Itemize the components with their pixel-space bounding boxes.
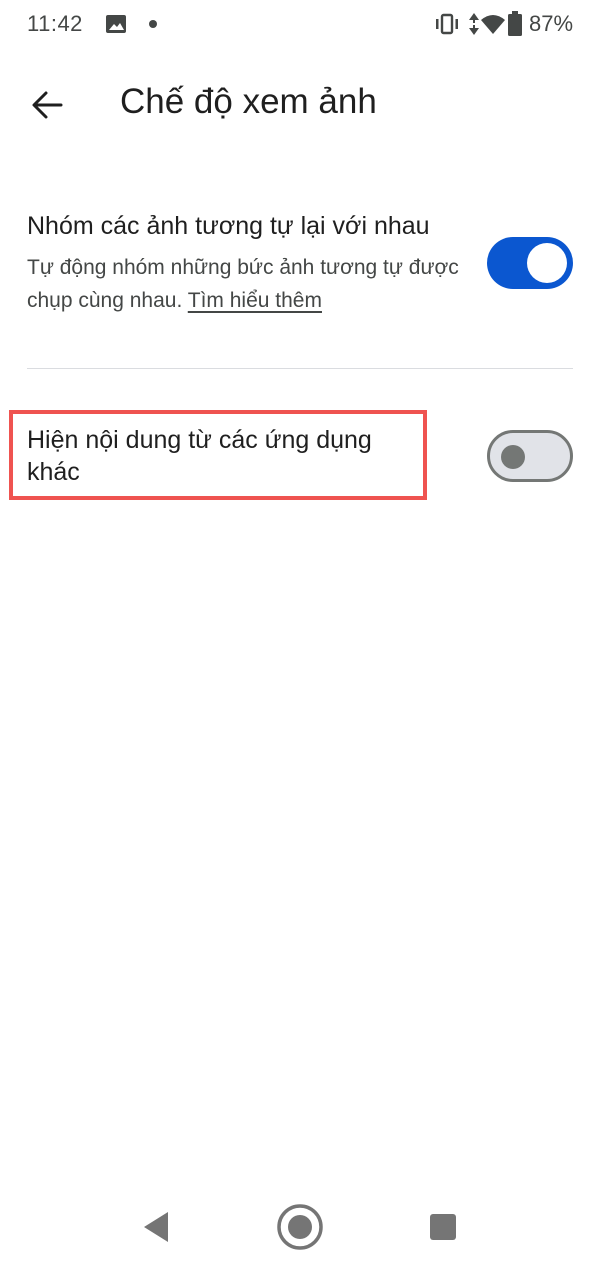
page-title: Chế độ xem ảnh <box>120 82 377 121</box>
nav-back-icon[interactable] <box>142 1210 170 1244</box>
notification-dot <box>149 20 157 28</box>
toggle-thumb <box>527 243 567 283</box>
show-other-apps-toggle[interactable] <box>487 430 573 482</box>
nav-recents-icon[interactable] <box>430 1214 456 1240</box>
status-bar: 11:42 87% <box>0 0 600 52</box>
battery-icon <box>508 11 522 36</box>
divider <box>27 368 573 369</box>
setting-title: Nhóm các ảnh tương tự lại với nhau <box>27 212 430 240</box>
screen: 11:42 87% Chế độ xem ảnh Nhóm các ảnh tư… <box>0 0 600 1267</box>
nav-home-icon[interactable] <box>276 1203 324 1251</box>
learn-more-link[interactable]: Tìm hiểu thêm <box>188 289 322 312</box>
vibrate-icon <box>436 13 458 35</box>
arrow-back-icon[interactable] <box>30 88 64 122</box>
group-similar-toggle[interactable] <box>487 237 573 289</box>
battery-percentage: 87% <box>529 11 574 36</box>
setting-title: Hiện nội dung từ các ứng dụng khác <box>27 426 372 486</box>
setting-description: Tự động nhóm những bức ảnh tương tự được… <box>27 251 467 317</box>
setting-group-similar-photos[interactable]: Nhóm các ảnh tương tự lại với nhau Tự độ… <box>0 200 600 340</box>
status-time: 11:42 <box>27 11 83 36</box>
data-arrows-icon <box>469 13 479 35</box>
wifi-icon <box>481 15 505 34</box>
image-icon <box>106 15 126 33</box>
toggle-thumb <box>501 445 525 469</box>
setting-show-other-apps[interactable]: Hiện nội dung từ các ứng dụng khác <box>0 410 600 500</box>
